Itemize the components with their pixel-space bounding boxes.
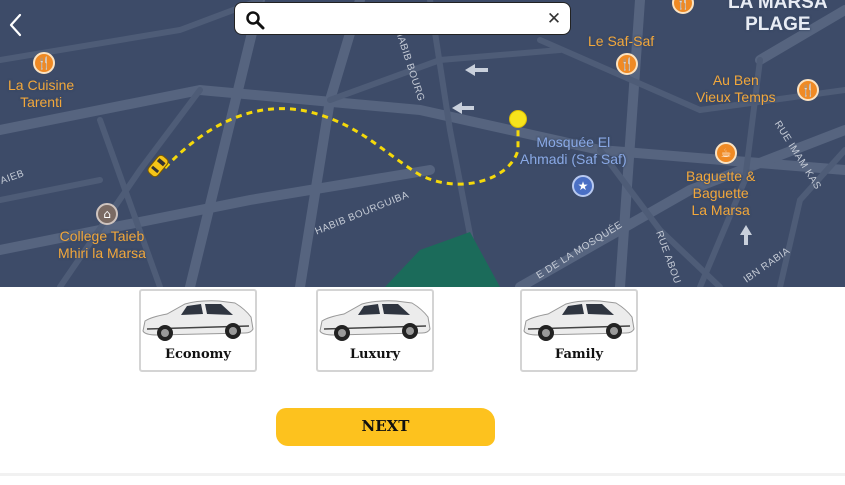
car-option-luxury[interactable]: Luxury (316, 289, 434, 372)
map-label-le-saf-saf: Le Saf-Saf (588, 33, 655, 49)
taxi-icon (147, 154, 169, 178)
close-icon[interactable]: ✕ (544, 7, 564, 31)
car-option-economy[interactable]: Economy (139, 289, 257, 372)
car-image (319, 300, 431, 341)
car-image (523, 300, 635, 341)
map-label-mosquee-el-ahmadi: Mosquée El Ahmadi (Saf Saf) (520, 134, 627, 167)
map-view[interactable]: 🍴 🍴 🍴 ☕ ⌂ ★ 🍴 LA MARSA PLAGE Le Saf-Saf … (0, 0, 845, 287)
map-label-la-marsa-plage: LA MARSA PLAGE (728, 0, 828, 35)
search-icon[interactable] (245, 10, 265, 30)
bottom-divider (0, 473, 845, 476)
car-option-label: Economy (165, 347, 231, 362)
search-input[interactable] (273, 8, 537, 32)
car-option-label: Family (554, 347, 604, 362)
map-label-college-taieb: College Taieb Mhiri la Marsa (58, 228, 146, 261)
car-option-family[interactable]: Family (520, 289, 638, 372)
map-label-au-ben-vieux-temps: Au Ben Vieux Temps (696, 72, 776, 105)
restaurant-icon: 🍴 (616, 53, 638, 75)
search-bar: ✕ (234, 2, 571, 35)
destination-pin-icon (509, 110, 527, 128)
car-option-label: Luxury (349, 347, 401, 362)
chevron-left-icon (9, 13, 22, 37)
restaurant-icon: 🍴 (797, 79, 819, 101)
cafe-icon: ☕ (715, 142, 737, 164)
school-icon: ⌂ (96, 203, 118, 225)
back-button[interactable] (2, 8, 30, 42)
mosque-icon: ★ (572, 175, 594, 197)
map-label-baguette-baguette: Baguette & Baguette La Marsa (686, 168, 756, 218)
next-button[interactable]: NEXT (276, 408, 495, 446)
map-label-la-cuisine-tarenti: La Cuisine Tarenti (8, 77, 75, 110)
restaurant-icon: 🍴 (33, 52, 55, 74)
car-image (142, 300, 254, 341)
